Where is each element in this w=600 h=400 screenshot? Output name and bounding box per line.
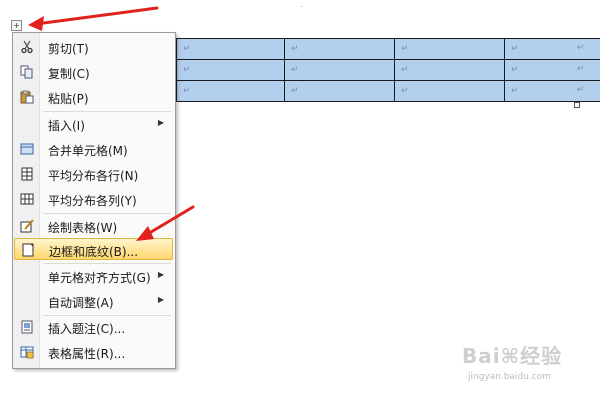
draw-table-icon bbox=[20, 219, 34, 233]
row-end-mark: ↵ bbox=[576, 40, 585, 56]
submenu-arrow-icon: ▶ bbox=[157, 270, 164, 279]
menu-item-autofit[interactable]: 自动调整(A) ▶ bbox=[14, 290, 174, 312]
menu-item-label: 合并单元格(M) bbox=[48, 144, 128, 158]
context-menu: 剪切(T) 复制(C) 粘贴(P) 插入(I) ▶ 合并单元格(M) 平均分布各… bbox=[12, 32, 176, 369]
table-cell[interactable]: ↵ bbox=[284, 80, 395, 102]
watermark-url: jingyan.baidu.com bbox=[468, 372, 552, 382]
annotation-arrow-top bbox=[28, 6, 159, 31]
menu-item-label: 复制(C) bbox=[48, 67, 90, 81]
table-properties-icon bbox=[20, 345, 34, 359]
table-cell[interactable]: ↵ bbox=[504, 38, 600, 60]
baidu-jingyan-watermark: Bai⌘经验 jingyan.baidu.com bbox=[462, 340, 592, 390]
menu-item-merge-cells[interactable]: 合并单元格(M) bbox=[14, 138, 174, 160]
menu-item-label: 表格属性(R)... bbox=[48, 347, 126, 361]
table-resize-handle[interactable] bbox=[574, 102, 580, 108]
table-cell[interactable]: ↵ bbox=[176, 59, 285, 81]
table-cell[interactable]: ↵ bbox=[176, 80, 285, 102]
menu-item-cell-alignment[interactable]: 单元格对齐方式(G) ▶ bbox=[14, 265, 174, 287]
paragraph-mark: · bbox=[301, 4, 303, 11]
menu-item-label: 平均分布各列(Y) bbox=[48, 194, 137, 208]
distribute-columns-icon bbox=[20, 192, 34, 206]
table-cell[interactable]: ↵ bbox=[284, 38, 395, 60]
table-cell[interactable]: ↵ bbox=[394, 80, 505, 102]
table-move-handle[interactable]: + bbox=[11, 20, 22, 31]
row-end-mark: ↵ bbox=[576, 61, 585, 77]
table-cell[interactable]: ↵ bbox=[176, 38, 285, 60]
menu-item-copy[interactable]: 复制(C) bbox=[14, 61, 174, 83]
menu-item-label: 粘贴(P) bbox=[48, 92, 89, 106]
menu-item-label: 剪切(T) bbox=[48, 42, 89, 56]
menu-item-distribute-columns[interactable]: 平均分布各列(Y) bbox=[14, 188, 174, 210]
watermark-logo-text: Bai⌘经验 bbox=[462, 344, 563, 368]
table-cell[interactable]: ↵ bbox=[504, 80, 600, 102]
menu-item-borders-and-shading[interactable]: 边框和底纹(B)... bbox=[14, 238, 173, 260]
menu-item-insert[interactable]: 插入(I) ▶ bbox=[14, 113, 174, 135]
table-cell[interactable]: ↵ bbox=[394, 59, 505, 81]
merge-cells-icon bbox=[20, 142, 34, 156]
borders-shading-icon bbox=[21, 243, 35, 257]
menu-item-label: 自动调整(A) bbox=[48, 296, 114, 310]
menu-item-label: 插入(I) bbox=[48, 119, 85, 133]
submenu-arrow-icon: ▶ bbox=[157, 295, 164, 304]
insert-caption-icon bbox=[20, 320, 34, 334]
menu-item-label: 插入题注(C)... bbox=[48, 322, 126, 336]
table-cell[interactable]: ↵ bbox=[284, 59, 395, 81]
menu-separator bbox=[43, 263, 171, 264]
scissors-icon bbox=[20, 40, 34, 54]
menu-item-label: 绘制表格(W) bbox=[48, 221, 118, 235]
table-cell[interactable]: ↵ bbox=[394, 38, 505, 60]
menu-item-label: 平均分布各行(N) bbox=[48, 169, 139, 183]
copy-icon bbox=[20, 65, 34, 79]
paste-icon bbox=[20, 90, 34, 104]
row-end-mark: ↵ bbox=[576, 82, 585, 98]
word-document-page: · + ↵ ↵ ↵ ↵ ↵ ↵ ↵ ↵ ↵ ↵ ↵ ↵ ↵ ↵ ↵ 剪切(T) … bbox=[0, 0, 600, 400]
menu-item-table-properties[interactable]: 表格属性(R)... bbox=[14, 341, 174, 363]
menu-item-paste[interactable]: 粘贴(P) bbox=[14, 86, 174, 108]
menu-item-distribute-rows[interactable]: 平均分布各行(N) bbox=[14, 163, 174, 185]
menu-item-draw-table[interactable]: 绘制表格(W) bbox=[14, 215, 174, 237]
menu-separator bbox=[43, 213, 171, 214]
distribute-rows-icon bbox=[20, 167, 34, 181]
submenu-arrow-icon: ▶ bbox=[157, 118, 164, 127]
table-cell[interactable]: ↵ bbox=[504, 59, 600, 81]
menu-item-label: 边框和底纹(B)... bbox=[49, 245, 139, 259]
menu-item-insert-caption[interactable]: 插入题注(C)... bbox=[14, 316, 174, 338]
menu-separator bbox=[43, 111, 171, 112]
menu-item-label: 单元格对齐方式(G) bbox=[48, 271, 151, 285]
menu-item-cut[interactable]: 剪切(T) bbox=[14, 36, 174, 58]
